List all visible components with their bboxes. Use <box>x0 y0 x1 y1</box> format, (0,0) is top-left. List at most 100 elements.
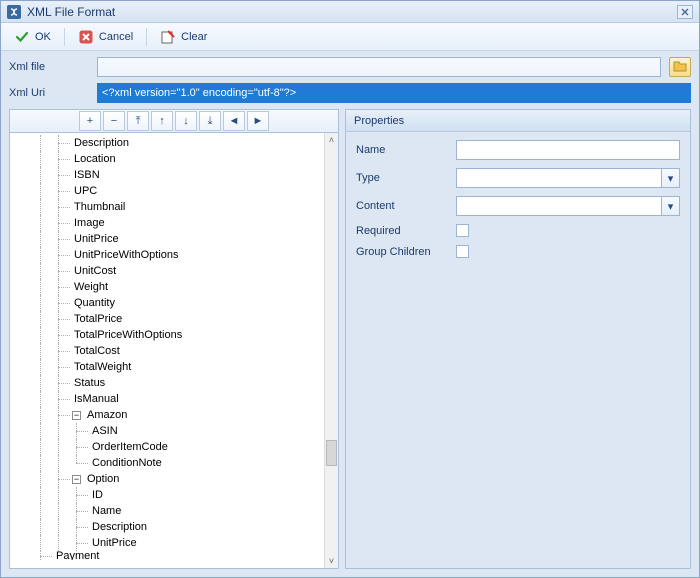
tree-node[interactable]: Status <box>12 375 322 391</box>
tree-node[interactable]: UnitPrice <box>12 535 322 551</box>
nav-right-icon: ► <box>253 115 264 127</box>
tree-container: Description Location ISBN UPC Thumbnail Image… <box>9 133 339 569</box>
cancel-label: Cancel <box>99 31 133 43</box>
prop-content-value <box>457 197 661 215</box>
tree-node[interactable]: TotalCost <box>12 343 322 359</box>
tree-node-label: TotalCost <box>72 345 120 357</box>
tree-node[interactable]: UnitPrice <box>12 231 322 247</box>
tree-node[interactable]: ISBN <box>12 167 322 183</box>
close-button[interactable] <box>677 5 693 19</box>
prop-content-combo[interactable]: ▾ <box>456 196 680 216</box>
tree-node[interactable]: ID <box>12 487 322 503</box>
prop-name-label: Name <box>356 144 456 156</box>
prop-type-label: Type <box>356 172 456 184</box>
scroll-up-button[interactable]: ˄ <box>325 133 338 147</box>
cancel-button[interactable]: Cancel <box>71 26 140 48</box>
xml-uri-label: Xml Uri <box>9 87 89 99</box>
tree-node[interactable]: UnitCost <box>12 263 322 279</box>
xml-file-row: Xml file <box>9 57 691 77</box>
tree-scroll: Description Location ISBN UPC Thumbnail Image… <box>10 133 324 568</box>
tree-node[interactable]: ConditionNote <box>12 455 322 471</box>
xml-file-input[interactable] <box>97 57 661 77</box>
prop-name-input[interactable] <box>456 140 680 160</box>
move-down-icon: ↓ <box>183 115 189 127</box>
ok-button[interactable]: OK <box>7 26 58 48</box>
tree-node[interactable]: Location <box>12 151 322 167</box>
clear-button[interactable]: Clear <box>153 26 214 48</box>
tree-move-down-button[interactable]: ↓ <box>175 111 197 131</box>
titlebar: XML File Format <box>1 1 699 23</box>
prop-content-label: Content <box>356 200 456 212</box>
tree-node[interactable]: Thumbnail <box>12 199 322 215</box>
xml-uri-row: Xml Uri <box>9 83 691 103</box>
minus-icon: − <box>111 115 117 127</box>
tree-node[interactable]: TotalPriceWithOptions <box>12 327 322 343</box>
tree-expander[interactable]: − <box>72 475 81 484</box>
tree-node[interactable]: Weight <box>12 279 322 295</box>
scroll-down-button[interactable]: ˅ <box>325 554 338 568</box>
chevron-down-icon[interactable]: ▾ <box>661 169 679 187</box>
tree-expander[interactable]: − <box>72 411 81 420</box>
tree-node-label: UPC <box>72 185 97 197</box>
tree-remove-button[interactable]: − <box>103 111 125 131</box>
tree-node-label: ID <box>90 489 103 501</box>
tree-node-label: Payment <box>54 551 99 560</box>
tree-node[interactable]: Payment <box>12 551 322 560</box>
xml-uri-input[interactable] <box>97 83 691 103</box>
ok-label: OK <box>35 31 51 43</box>
tree-node[interactable]: Name <box>12 503 322 519</box>
properties-panel: Properties Name Type ▾ Content <box>345 109 691 569</box>
tree-node[interactable]: TotalWeight <box>12 359 322 375</box>
properties-body: Name Type ▾ Content ▾ <box>346 132 690 266</box>
tree-node-label: Description <box>90 521 147 533</box>
tree-node-label: UnitPriceWithOptions <box>72 249 179 261</box>
scroll-track[interactable] <box>325 147 338 554</box>
tree-node[interactable]: TotalPrice <box>12 311 322 327</box>
prop-group-children-checkbox[interactable] <box>456 245 469 258</box>
cancel-icon <box>78 29 94 45</box>
tree-nav-right-button[interactable]: ► <box>247 111 269 131</box>
prop-group-children-label: Group Children <box>356 246 456 258</box>
tree-node[interactable]: −Amazon <box>12 407 322 423</box>
tree-scrollbar[interactable]: ˄ ˅ <box>324 133 338 568</box>
tree-node-label: Thumbnail <box>72 201 125 213</box>
tree-node-label: Image <box>72 217 105 229</box>
tree-nav-left-button[interactable]: ◄ <box>223 111 245 131</box>
xml-file-format-dialog: XML File Format OK Cancel Clear <box>0 0 700 578</box>
prop-type-combo[interactable]: ▾ <box>456 168 680 188</box>
content-area: Xml file Xml Uri + − ⤒ ↑ ↓ ⤓ ◄ <box>1 51 699 577</box>
tree-node[interactable]: Image <box>12 215 322 231</box>
tree-node[interactable]: Quantity <box>12 295 322 311</box>
tree-panel: + − ⤒ ↑ ↓ ⤓ ◄ ► Description Location ISBN U… <box>9 109 339 569</box>
chevron-down-icon[interactable]: ▾ <box>661 197 679 215</box>
tree-node[interactable]: ASIN <box>12 423 322 439</box>
tree-node-label: TotalWeight <box>72 361 131 373</box>
move-bottom-icon: ⤓ <box>208 115 213 128</box>
check-icon <box>14 29 30 45</box>
tree-node[interactable]: UnitPriceWithOptions <box>12 247 322 263</box>
window-title: XML File Format <box>27 5 115 19</box>
tree-node[interactable]: −Option <box>12 471 322 487</box>
tree-node[interactable]: UPC <box>12 183 322 199</box>
move-up-icon: ↑ <box>159 115 165 127</box>
tree-node[interactable]: Description <box>12 135 322 151</box>
properties-header: Properties <box>346 110 690 132</box>
tree-toolbar: + − ⤒ ↑ ↓ ⤓ ◄ ► <box>9 109 339 133</box>
folder-icon <box>673 60 687 75</box>
tree-node-label: ConditionNote <box>90 457 162 469</box>
browse-button[interactable] <box>669 57 691 77</box>
tree-add-button[interactable]: + <box>79 111 101 131</box>
tree-move-bottom-button[interactable]: ⤓ <box>199 111 221 131</box>
tree-node-label: Location <box>72 153 116 165</box>
tree-node[interactable]: IsManual <box>12 391 322 407</box>
tree-move-up-button[interactable]: ↑ <box>151 111 173 131</box>
main-split: + − ⤒ ↑ ↓ ⤓ ◄ ► Description Location ISBN U… <box>9 109 691 569</box>
tree-node-label: IsManual <box>72 393 119 405</box>
scroll-thumb[interactable] <box>326 440 337 466</box>
tree-node[interactable]: OrderItemCode <box>12 439 322 455</box>
tree-move-top-button[interactable]: ⤒ <box>127 111 149 131</box>
tree-node-label: Amazon <box>85 409 127 421</box>
tree-node[interactable]: Description <box>12 519 322 535</box>
tree-node-label: Quantity <box>72 297 115 309</box>
prop-required-checkbox[interactable] <box>456 224 469 237</box>
